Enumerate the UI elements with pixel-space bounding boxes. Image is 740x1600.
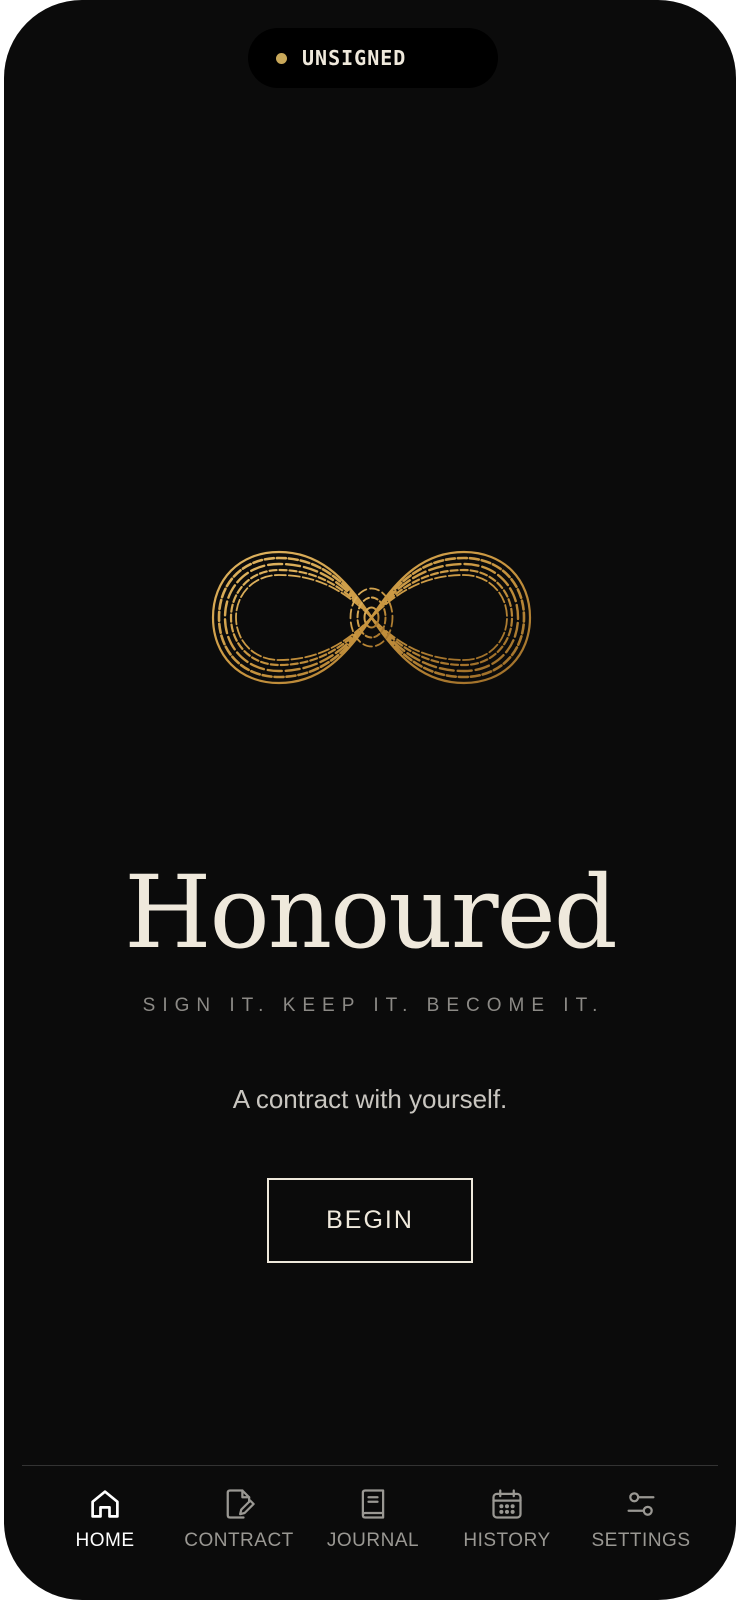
subtitle: A contract with yourself. [232, 1084, 508, 1114]
tagline: SIGN IT. KEEP IT. BECOME IT. [142, 995, 605, 1016]
app-screen: UNSIGNED Honoured SIGN IT. KEEP IT. BECO… [4, 0, 736, 1600]
tab-label-contract: CONTRACT [184, 1530, 294, 1551]
home-icon [91, 1490, 119, 1518]
tab-label-home: HOME [75, 1530, 135, 1551]
tab-label-history: HISTORY [463, 1530, 551, 1551]
status-label: UNSIGNED [302, 46, 407, 70]
tab-contract[interactable]: CONTRACT [169, 1486, 309, 1552]
sliders-icon [627, 1492, 655, 1516]
tab-label-settings: SETTINGS [591, 1530, 691, 1551]
tab-history[interactable]: HISTORY [437, 1486, 577, 1552]
app-title: Honoured [124, 854, 617, 971]
tab-bar: HOME CONTRACT JOURNAL HISTORY SETTINGS [4, 1466, 736, 1600]
tab-journal[interactable]: JOURNAL [303, 1486, 443, 1552]
tab-label-journal: JOURNAL [326, 1530, 420, 1551]
calendar-icon [492, 1489, 522, 1519]
status-dot [276, 52, 287, 64]
tab-settings[interactable]: SETTINGS [571, 1486, 711, 1552]
begin-button[interactable]: BEGIN [267, 1178, 473, 1263]
document-edit-icon [226, 1489, 255, 1519]
status-pill: UNSIGNED [248, 28, 498, 88]
tab-home[interactable]: HOME [35, 1486, 175, 1552]
book-icon [361, 1489, 385, 1519]
infinity-fingerprint-icon [211, 550, 532, 685]
